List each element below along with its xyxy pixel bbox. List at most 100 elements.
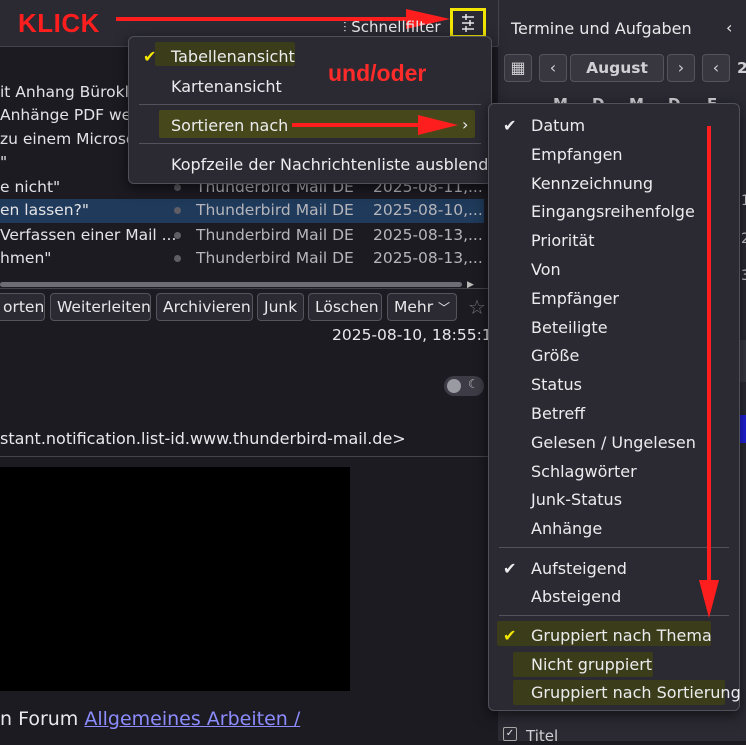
read-status-icon[interactable] [174,207,181,214]
sort-field-item[interactable]: Von [531,260,561,279]
chevron-left-icon: ‹ [549,58,557,77]
forward-button[interactable]: Weiterleiten [50,293,151,321]
menuitem-sort-by[interactable]: Sortieren nach [171,116,288,135]
moon-icon: ☾ [468,377,479,391]
annotation-arrow [707,126,711,586]
sort-field-item[interactable]: Empfänger [531,289,619,308]
annotation-klick: KLICK [18,8,100,38]
annotation-arrow-head [699,580,719,618]
read-status-icon[interactable] [174,232,181,239]
sort-field-item[interactable]: Beteiligte [531,318,608,337]
week-number: 1 [741,193,746,209]
sort-field-item[interactable]: Status [531,375,582,394]
task-title-column: Titel [526,727,559,745]
sort-field-item[interactable]: Kennzeichnung [531,174,653,193]
message-subject: Verfassen einer Mail ... [0,226,177,244]
sort-field-item[interactable]: Schlagwörter [531,462,637,481]
prev-month-button[interactable]: ‹ [539,54,567,82]
checkmark-icon: ✔ [143,47,157,66]
grouping-item[interactable]: Nicht gruppiert [531,655,652,674]
list-view-options-button[interactable] [450,8,486,38]
sort-field-item[interactable]: Anhänge [531,519,602,538]
junk-button[interactable]: Junk [257,293,304,321]
task-checkbox[interactable]: ✓ [503,727,517,741]
grouping-item[interactable]: Gruppiert nach Thema [531,626,712,645]
message-date: 2025-08-13,... [373,249,483,267]
message-from: Thunderbird Mail DE [196,249,354,267]
sort-submenu: ✔ Datum Empfangen Kennzeichnung Eingangs… [488,103,741,711]
message-subject: en lassen?" [0,201,89,219]
menuitem-card-view[interactable]: Kartenansicht [171,77,282,96]
menu-separator [499,615,729,616]
toggle-knob [447,379,461,393]
divider [0,456,498,457]
forum-text: n Forum Allgemeines Arbeiten / [0,708,301,730]
chevron-right-icon: › [677,58,685,77]
grouping-item[interactable]: Gruppiert nach Sortierung [531,683,741,702]
view-options-menu: ✔ Tabellenansicht Kartenansicht Sortiere… [128,36,508,184]
delete-button[interactable]: Löschen [308,293,382,321]
sort-order-item[interactable]: Absteigend [531,587,621,606]
month-label: August [570,54,664,82]
calendar-title: Termine und Aufgaben [511,19,692,38]
dark-mode-toggle[interactable]: ☾ [444,376,484,396]
message-row[interactable]: Verfassen einer Mail ... Thunderbird Mai… [0,224,486,248]
menuitem-table-view[interactable]: Tabellenansicht [171,47,295,66]
menuitem-hide-list-header[interactable]: Kopfzeile der Nachrichtenliste ausblende… [171,155,508,174]
message-from: Thunderbird Mail DE [196,226,354,244]
sort-field-item[interactable]: Betreff [531,404,585,423]
chevron-down-icon: ﹀ [438,301,451,315]
read-status-icon[interactable] [174,184,181,191]
checkmark-icon: ✔ [503,626,517,645]
next-month-button[interactable]: › [667,54,695,82]
sort-field-item[interactable]: Empfangen [531,145,623,164]
divider [0,288,488,289]
message-row[interactable]: hmen" Thunderbird Mail DE 2025-08-13,... [0,247,486,271]
sort-order-item[interactable]: Aufsteigend [531,559,627,578]
chevron-left-icon[interactable]: ‹ [726,18,732,37]
message-subject: e nicht" [0,178,61,196]
archive-button[interactable]: Archivieren [156,293,253,321]
read-status-icon[interactable] [174,255,181,262]
message-from: Thunderbird Mail DE [196,201,354,219]
menu-separator [139,143,481,144]
sort-field-item[interactable]: Eingangsreihenfolge [531,202,695,221]
forum-link[interactable]: Allgemeines Arbeiten / [84,708,300,730]
sort-field-item[interactable]: Priorität [531,231,595,250]
year-label: 2 [737,59,746,77]
prev-year-button[interactable]: ‹ [702,54,730,82]
sort-field-item[interactable]: Datum [531,116,585,135]
week-number: 2 [741,231,746,247]
message-date: 2025-08-10,... [373,201,483,219]
quickfilter-button[interactable]: ⫶ Schnellfilter [343,18,441,36]
more-label: Mehr [394,298,434,316]
sort-field-item[interactable]: Gelesen / Ungelesen [531,433,696,452]
message-subject: hmen" [0,249,52,267]
list-id-header: stant.notification.list-id.www.thunderbi… [0,429,406,448]
menu-separator [499,547,729,548]
message-date-header: 2025-08-10, 18:55:16 [332,326,502,344]
checkmark-icon: ✔ [503,559,517,578]
more-button[interactable]: Mehr ﹀ [387,293,457,321]
checkmark-icon: ✔ [503,116,517,135]
message-row-selected[interactable]: en lassen?" Thunderbird Mail DE 2025-08-… [0,199,484,223]
menu-separator [139,104,481,105]
chevron-left-icon: ‹ [712,58,720,77]
message-image [0,467,350,691]
quickfilter-label: Schnellfilter [351,18,441,36]
message-date: 2025-08-13,... [373,226,483,244]
calendar-today-button[interactable]: ▦ [504,54,532,82]
sort-field-item[interactable]: Größe [531,346,579,365]
annotation-und-oder: und/oder [328,60,427,86]
annotation-arrow [292,123,430,127]
view-options-icon [462,14,474,32]
chevron-right-icon: › [462,115,469,134]
reply-button[interactable]: orten [0,293,45,321]
star-icon[interactable]: ☆ [468,295,486,319]
sliders-icon: ⫶ [343,20,347,36]
week-number: 3 [741,268,746,284]
annotation-arrow-head [418,115,458,135]
sort-field-item[interactable]: Junk-Status [531,490,622,509]
calendar-icon: ▦ [510,58,526,77]
horizontal-scrollbar[interactable] [0,282,462,287]
